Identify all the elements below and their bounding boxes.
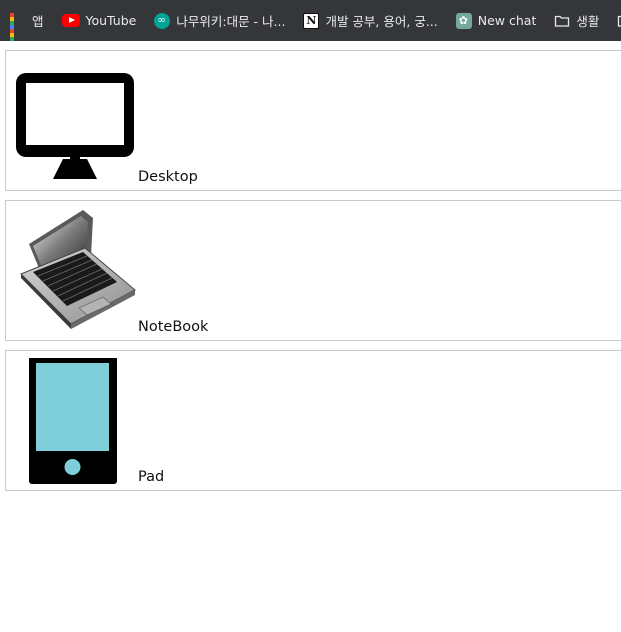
bookmark-namuwiki-label: 나무위키:대문 - 나... [176,14,286,29]
youtube-icon [61,14,80,27]
bookmark-folder-life-label: 생활 [576,14,600,29]
device-label: Desktop [138,169,198,185]
bookmark-chatgpt[interactable]: New chat [452,7,541,35]
laptop-icon [20,210,136,329]
tablet-icon [29,358,117,484]
bookmark-chatgpt-label: New chat [477,13,537,28]
bookmark-youtube[interactable]: YouTube [58,7,141,35]
bookmark-folder-life[interactable]: 생활 [550,7,603,35]
folder-icon [555,15,570,27]
bookmark-folder-more[interactable] [613,7,621,35]
bookmark-youtube-label: YouTube [85,13,137,28]
device-card-notebook[interactable]: NoteBook [5,200,621,341]
bookmark-notion-label: 개발 공부, 용어, 궁... [325,14,438,29]
chatgpt-icon [455,12,472,29]
apps-grid-icon [10,12,26,41]
bookmarks-bar: 앱 YouTube 나무위키:대문 - 나... N 개발 공부, 용어, 궁.… [0,0,621,41]
device-label: Pad [138,469,165,485]
device-card-pad[interactable]: Pad [5,350,621,491]
bookmark-notion[interactable]: N 개발 공부, 용어, 궁... [299,7,441,35]
bookmark-apps-label: 앱 [32,14,44,29]
device-card-desktop[interactable]: Desktop [5,50,621,191]
bookmark-apps[interactable]: 앱 [6,7,48,41]
notion-icon: N [303,12,320,29]
desktop-monitor-icon [16,73,134,179]
device-label: NoteBook [138,319,209,335]
bookmark-namuwiki[interactable]: 나무위키:대문 - 나... [150,7,289,35]
namuwiki-icon [154,12,171,29]
folder-icon [618,15,621,27]
